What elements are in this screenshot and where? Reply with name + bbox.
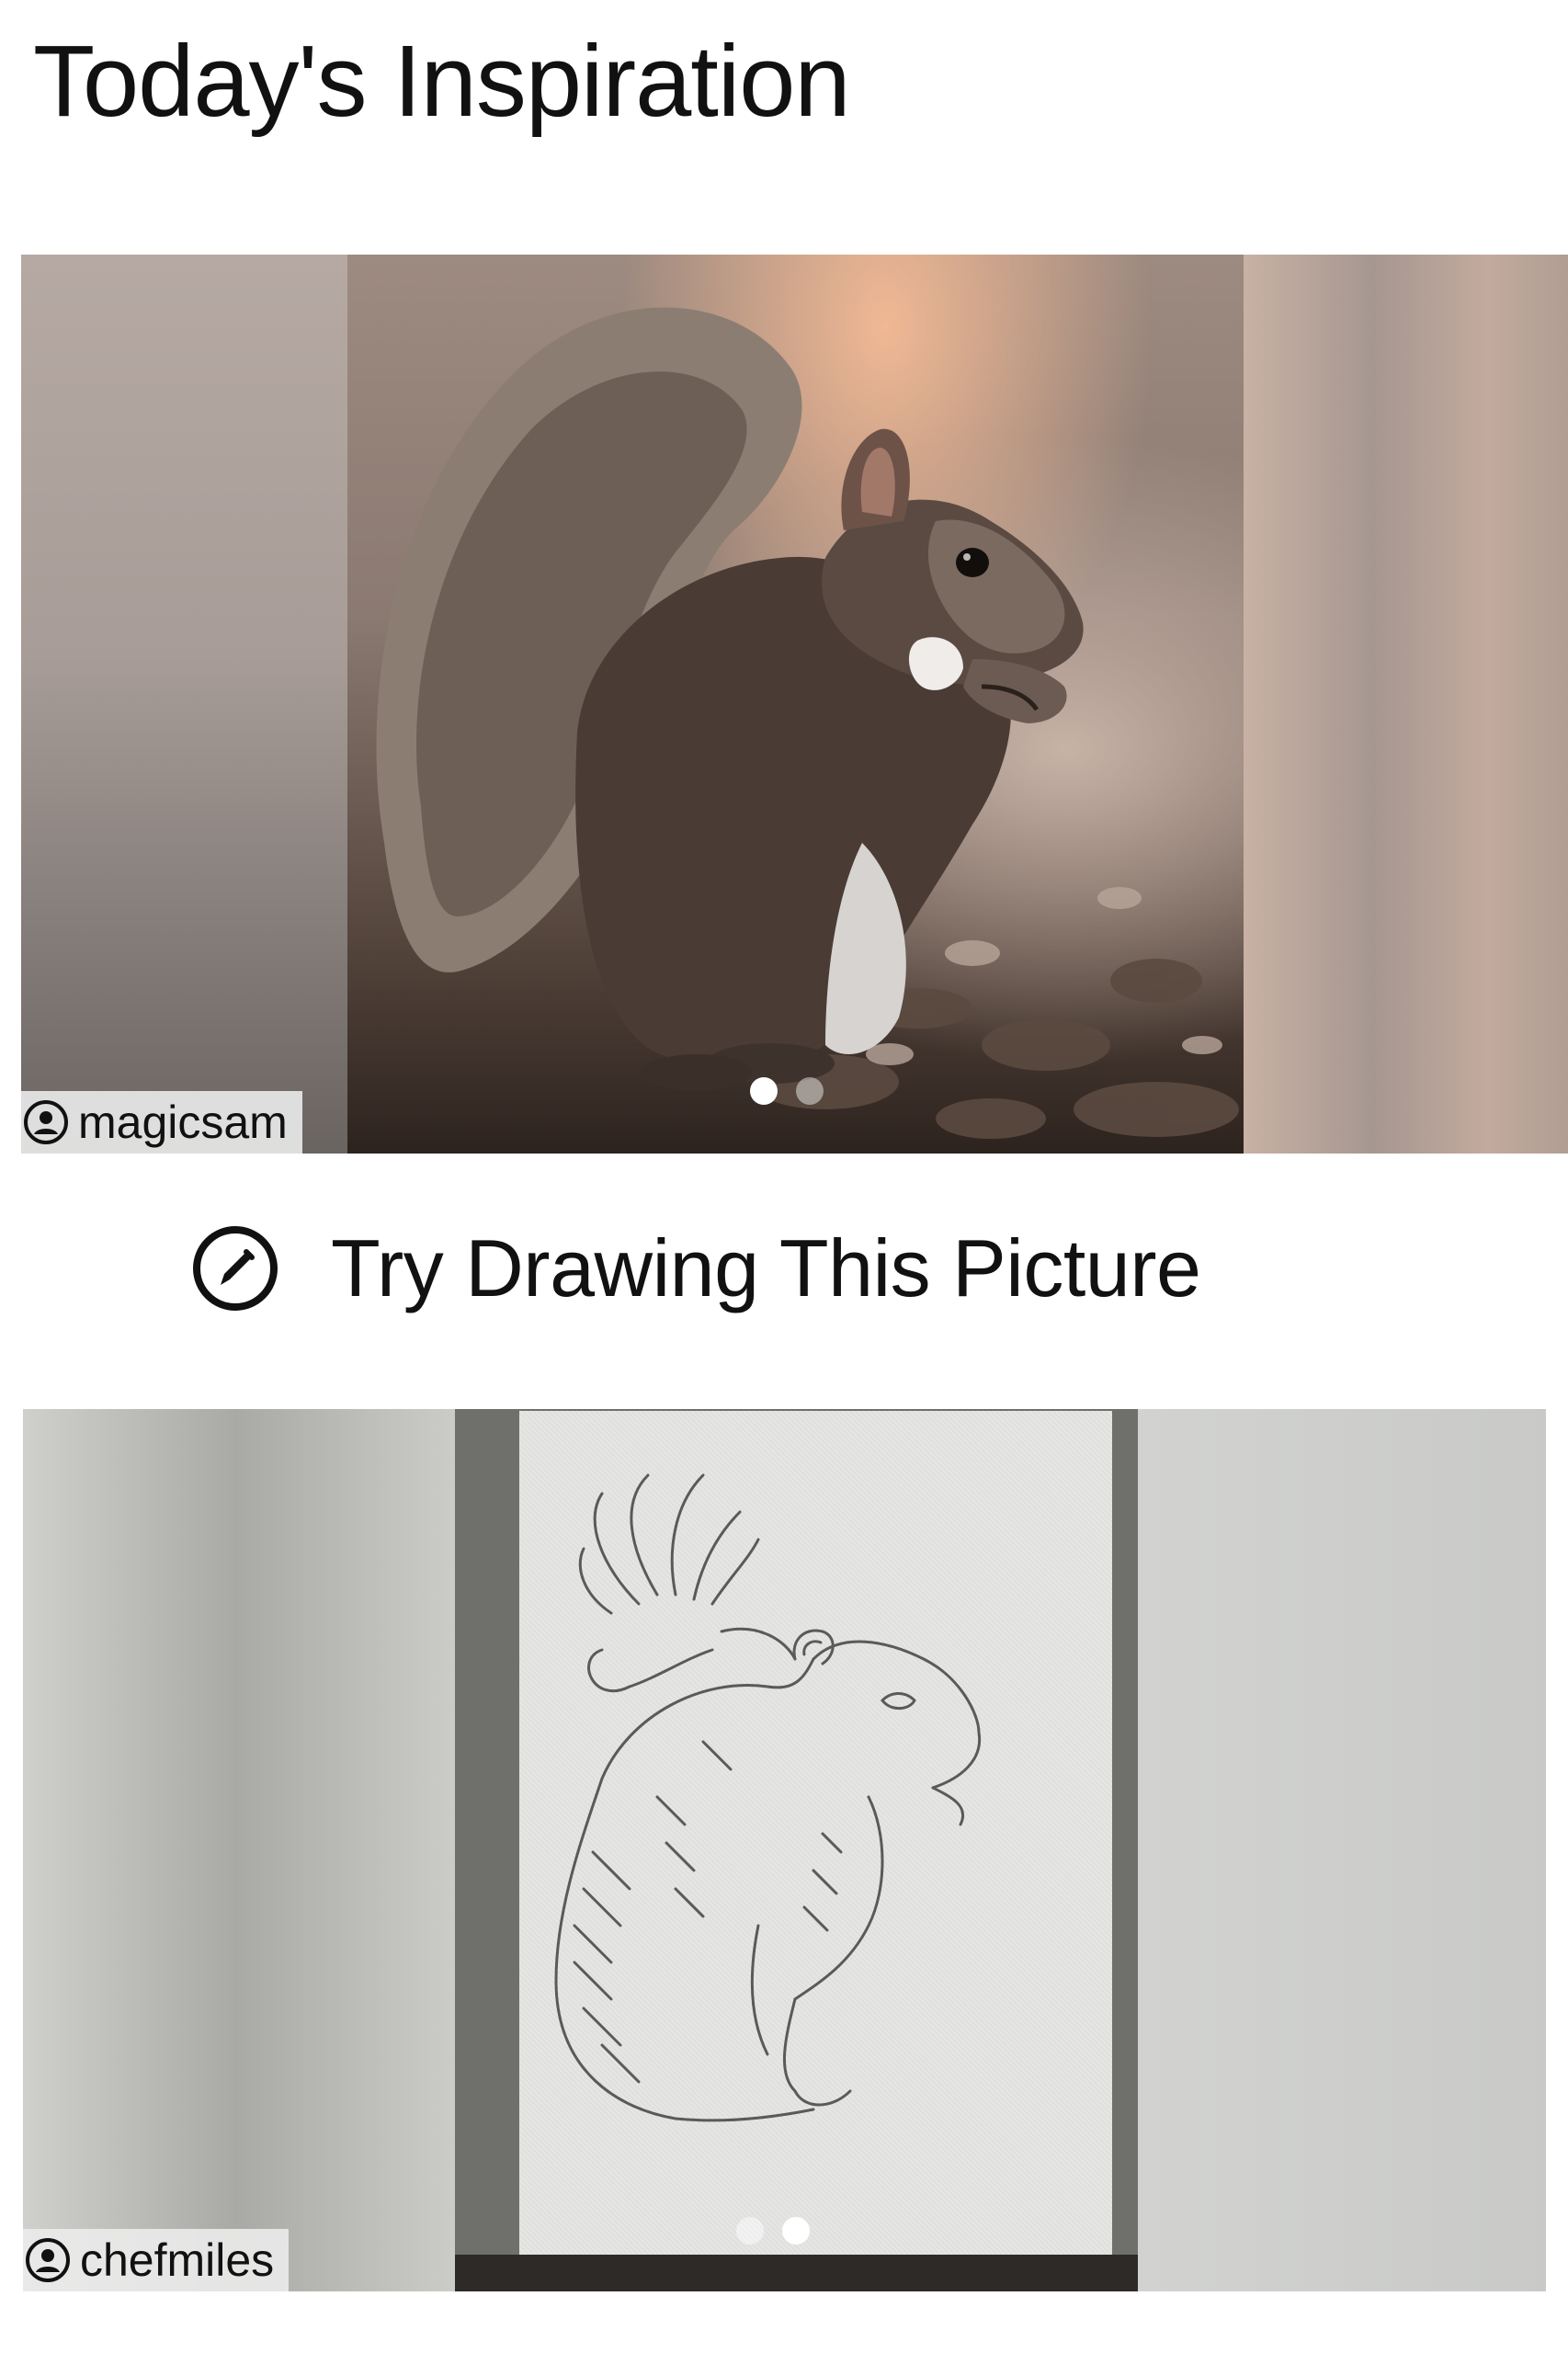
page-title: Today's Inspiration: [33, 25, 851, 138]
user-circle-icon: [24, 1100, 68, 1144]
pagination-dot-1[interactable]: [750, 1077, 778, 1105]
squirrel-sketch-drawing: [554, 1473, 982, 2122]
squirrel-photo[interactable]: [347, 255, 1244, 1154]
try-drawing-button[interactable]: Try Drawing This Picture: [191, 1213, 1201, 1324]
photo-carousel-pagination[interactable]: [750, 1077, 824, 1105]
squirrel-illustration: [376, 307, 1239, 1139]
carousel-side-blur-left: [21, 255, 347, 1154]
inspiration-photo-carousel[interactable]: magicsam: [21, 255, 1568, 1154]
carousel-side-blur-right: [1244, 255, 1568, 1154]
sketch-paper: [519, 1411, 1112, 2275]
drawing-carousel-pagination[interactable]: [736, 2217, 810, 2245]
pagination-dot-2[interactable]: [796, 1077, 824, 1105]
author-username: magicsam: [78, 1097, 288, 1148]
user-circle-icon: [26, 2238, 70, 2282]
try-drawing-label: Try Drawing This Picture: [331, 1222, 1201, 1313]
sketch-bottom-shadow: [455, 2255, 1138, 2291]
pagination-dot-2[interactable]: [782, 2217, 810, 2245]
squirrel-sketch[interactable]: [455, 1409, 1138, 2291]
author-tag[interactable]: magicsam: [21, 1091, 302, 1154]
author-username: chefmiles: [80, 2234, 275, 2286]
pencil-circle-icon: [193, 1226, 278, 1311]
author-tag[interactable]: chefmiles: [23, 2229, 290, 2291]
pagination-dot-1[interactable]: [736, 2217, 764, 2245]
user-drawing-carousel[interactable]: chefmiles: [23, 1409, 1546, 2291]
